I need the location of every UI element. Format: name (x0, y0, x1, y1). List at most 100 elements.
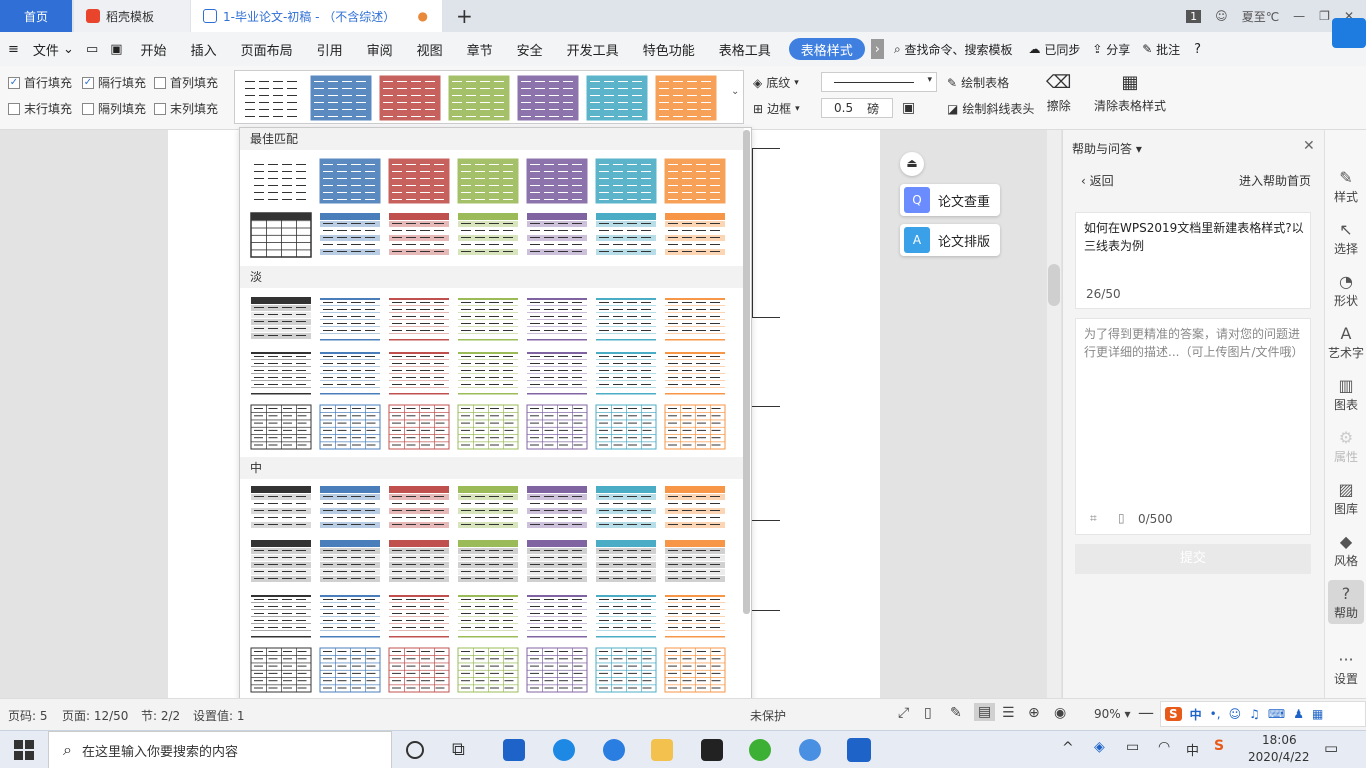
table-style-thumbnail[interactable] (457, 593, 519, 639)
table-style-thumbnail[interactable] (664, 158, 726, 204)
right-shape[interactable]: ◔ 形状 (1325, 272, 1366, 309)
table-style-thumbnail[interactable] (319, 212, 381, 258)
paper-format-button[interactable]: A 论文排版 (900, 224, 1000, 256)
check-first-col[interactable]: 首列填充 (154, 74, 218, 91)
ribbon-style-thumbnail[interactable] (655, 75, 717, 121)
minimize-icon[interactable]: — (1293, 9, 1305, 23)
table-style-thumbnail[interactable] (595, 647, 657, 693)
table-style-thumbnail[interactable] (457, 485, 519, 531)
line-style-select[interactable]: ▾ (821, 72, 937, 92)
erase-button[interactable]: ⌫ 擦除 (1046, 72, 1071, 114)
vertical-scrollbar[interactable] (1047, 130, 1061, 698)
ribbon-style-thumbnail[interactable] (586, 75, 648, 121)
file-explorer-icon[interactable] (651, 739, 673, 761)
task-view-icon[interactable]: ⧉ (452, 739, 474, 761)
table-style-thumbnail[interactable] (595, 593, 657, 639)
ime-toolbar[interactable]: S 中 •, ☺ ♫ ⌨ ♟ ▦ (1160, 701, 1366, 727)
share-button[interactable]: ⇪ 分享 (1086, 32, 1136, 66)
notification-badge[interactable]: 1 (1186, 9, 1202, 23)
open-folder-icon[interactable]: ▭ (80, 32, 104, 66)
table-style-thumbnail[interactable] (457, 647, 519, 693)
table-style-thumbnail[interactable] (457, 158, 519, 204)
paper-check-button[interactable]: Q 论文查重 (900, 184, 1000, 216)
tray-shield-icon[interactable]: ◈ (1094, 739, 1105, 755)
table-style-thumbnail[interactable] (664, 485, 726, 531)
check-banded-rows[interactable]: ✓ 隔行填充 (82, 74, 146, 91)
scrollbar-thumb[interactable] (1048, 264, 1060, 306)
table-style-thumbnail[interactable] (526, 485, 588, 531)
action-center-icon[interactable]: ▭ (1324, 739, 1338, 757)
table-style-thumbnail[interactable] (388, 539, 450, 585)
table-style-thumbnail[interactable] (250, 350, 312, 396)
table-style-thumbnail[interactable] (664, 539, 726, 585)
table-style-thumbnail[interactable] (250, 158, 312, 204)
check-last-row[interactable]: 末行填充 (8, 100, 72, 117)
table-style-thumbnail[interactable] (526, 296, 588, 342)
check-last-col[interactable]: 末列填充 (154, 100, 218, 117)
table-style-thumbnail[interactable] (319, 539, 381, 585)
app-swift-icon[interactable] (603, 739, 625, 761)
table-style-thumbnail[interactable] (388, 212, 450, 258)
comment-button[interactable]: ✎ 批注 (1136, 32, 1186, 66)
table-style-thumbnail[interactable] (388, 404, 450, 450)
table-style-thumbnail[interactable] (319, 485, 381, 531)
question-card[interactable]: 如何在WPS2019文档里新建表格样式?以三线表为例 26/50 (1075, 212, 1311, 309)
clear-style-button[interactable]: ▦ 清除表格样式 (1094, 72, 1166, 114)
table-style-thumbnail[interactable] (250, 212, 312, 258)
menu-reference[interactable]: 引用 (305, 32, 355, 66)
table-style-thumbnail[interactable] (457, 296, 519, 342)
line-width-select[interactable]: 0.5 磅 (821, 98, 893, 118)
clock-time[interactable]: 18:06 (1262, 733, 1297, 747)
tab-document[interactable]: 1-毕业论文-初稿 - （不含综述） ● (191, 0, 442, 32)
fullscreen-icon[interactable]: ⤢ (898, 705, 909, 721)
menu-insert[interactable]: 插入 (179, 32, 229, 66)
crop-icon[interactable]: ⌗ (1090, 511, 1097, 526)
eye-protect-icon[interactable]: ◉ (1054, 705, 1066, 721)
edge-browser-icon[interactable] (553, 739, 575, 761)
ribbon-style-thumbnail[interactable] (448, 75, 510, 121)
table-style-thumbnail[interactable] (457, 212, 519, 258)
table-style-thumbnail[interactable] (664, 296, 726, 342)
table-style-thumbnail[interactable] (250, 539, 312, 585)
right-gallery[interactable]: ▨ 图库 (1325, 480, 1366, 517)
baidu-netdisk-icon[interactable] (799, 739, 821, 761)
table-style-thumbnail[interactable] (664, 350, 726, 396)
tray-expand-icon[interactable]: ^ (1062, 740, 1074, 756)
table-style-thumbnail[interactable] (319, 296, 381, 342)
ribbon-style-thumbnail[interactable] (310, 75, 372, 121)
taskbar-search[interactable]: ⌕ 在这里输入你要搜索的内容 (48, 731, 392, 768)
ribbon-style-thumbnail[interactable] (241, 75, 303, 121)
gallery-expand-icon[interactable]: ⌄ (731, 86, 739, 97)
table-style-thumbnail[interactable] (664, 647, 726, 693)
table-style-thumbnail[interactable] (250, 593, 312, 639)
status-protect[interactable]: 未保护 (750, 707, 786, 724)
table-style-thumbnail[interactable] (388, 485, 450, 531)
tray-wifi-icon[interactable]: ◠ (1158, 739, 1170, 755)
table-style-thumbnail[interactable] (250, 647, 312, 693)
draw-table-button[interactable]: ✎ 绘制表格 (947, 74, 1009, 91)
right-theme[interactable]: ◆ 风格 (1325, 532, 1366, 569)
right-style[interactable]: ✎ 样式 (1325, 168, 1366, 205)
table-style-thumbnail[interactable] (526, 539, 588, 585)
menu-features[interactable]: 特色功能 (631, 32, 707, 66)
hamburger-icon[interactable]: ≡ (0, 32, 27, 66)
tray-sogou-icon[interactable]: S (1214, 738, 1224, 754)
table-style-thumbnail[interactable] (250, 296, 312, 342)
table-style-thumbnail[interactable] (388, 647, 450, 693)
table-style-thumbnail[interactable] (457, 404, 519, 450)
menu-table-style[interactable]: 表格样式 (788, 38, 865, 60)
windows-start-icon[interactable] (14, 740, 34, 760)
outline-view-icon[interactable]: ☰ (1002, 705, 1015, 721)
tray-battery-icon[interactable]: ▭ (1126, 739, 1139, 755)
right-settings[interactable]: ··· 设置 (1325, 650, 1366, 687)
back-button[interactable]: ‹ 返回 (1081, 172, 1114, 189)
cortana-icon[interactable] (406, 741, 424, 759)
gallery-scrollbar[interactable] (743, 130, 750, 614)
table-style-thumbnail[interactable] (457, 539, 519, 585)
table-style-thumbnail[interactable] (457, 350, 519, 396)
menu-table-tools[interactable]: 表格工具 (707, 32, 783, 66)
table-style-thumbnail[interactable] (595, 296, 657, 342)
ribbon-style-thumbnail[interactable] (379, 75, 441, 121)
submit-button[interactable]: 提交 (1075, 544, 1311, 574)
zoom-out-icon[interactable]: — (1138, 703, 1154, 722)
